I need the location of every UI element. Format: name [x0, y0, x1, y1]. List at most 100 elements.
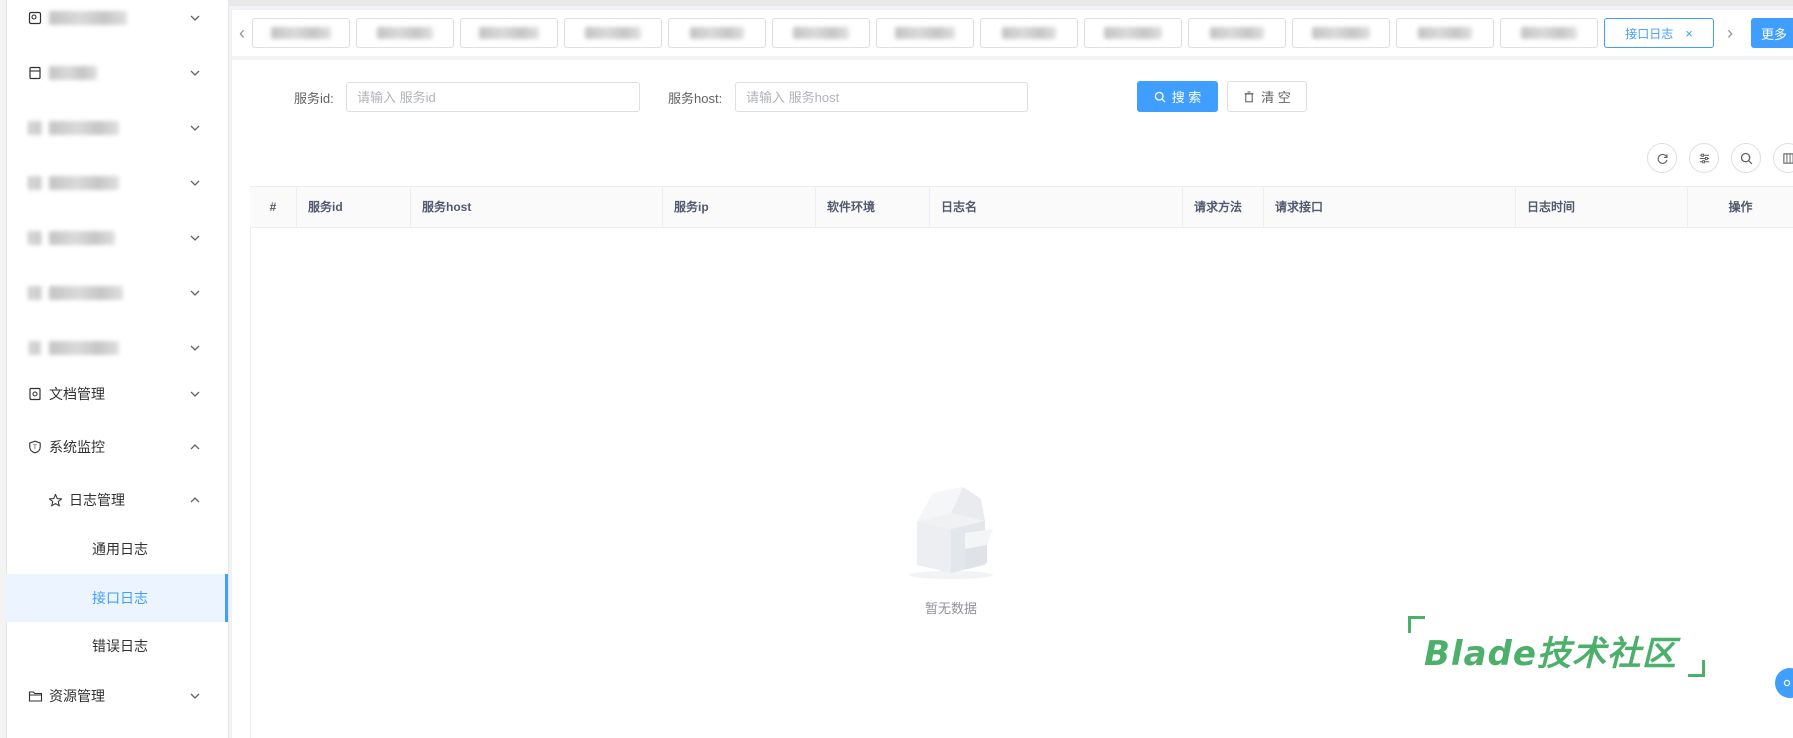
chevron-up-icon [190, 444, 200, 450]
tab-api-log[interactable]: 接口日志 × [1604, 18, 1714, 48]
service-id-label: 服务id: [294, 91, 334, 106]
sidebar-item-label-blurred [49, 231, 115, 245]
column-header-actions: 操作 [1687, 187, 1793, 227]
tab-blurred[interactable] [876, 18, 974, 48]
service-host-label: 服务host: [668, 91, 723, 106]
sidebar-item-label-blurred [49, 66, 97, 80]
sidebar-item-6[interactable] [6, 267, 228, 319]
chevron-down-icon [190, 235, 200, 241]
blurred-icon [27, 285, 43, 301]
filter-settings-icon[interactable] [1689, 143, 1719, 173]
sidebar-item-label-blurred [49, 176, 119, 190]
sidebar-item-error-log[interactable]: 错误日志 [6, 622, 228, 670]
tab-blurred[interactable] [1396, 18, 1494, 48]
sidebar-item-monitor[interactable]: T 系统监控 [6, 421, 228, 473]
chevron-down-icon [190, 345, 200, 351]
search-button-label: 搜 索 [1171, 90, 1202, 105]
blurred-icon [27, 175, 43, 191]
tab-blurred[interactable] [980, 18, 1078, 48]
trash-icon [1244, 90, 1254, 102]
sidebar: 文档管理 T 系统监控 日志管理 通用日志 接口日志 错误日志 资源管理 [0, 0, 229, 738]
tab-blurred[interactable] [252, 18, 350, 48]
sidebar-item-label: 接口日志 [92, 590, 148, 606]
sidebar-item-log-management[interactable]: 日志管理 [6, 474, 228, 526]
tab-bar: ‹ 接口日志 × › 更多 [232, 10, 1793, 56]
column-header-request-uri: 请求接口 [1263, 187, 1515, 227]
sidebar-item-label: 系统监控 [49, 439, 105, 455]
watermark-logo: Blade技术社区 [1408, 616, 1708, 677]
search-icon [1154, 91, 1166, 102]
sidebar-item-4[interactable] [6, 157, 228, 209]
tab-scroll-right-icon[interactable]: › [1720, 10, 1740, 56]
service-id-input[interactable] [346, 82, 640, 112]
tab-scroll-left-icon[interactable]: ‹ [232, 10, 252, 56]
clear-button[interactable]: 清 空 [1227, 81, 1307, 112]
blurred-icon [27, 230, 43, 246]
sidebar-item-label: 错误日志 [92, 638, 148, 654]
empty-box-icon [909, 487, 993, 579]
empty-state-text: 暂无数据 [924, 601, 977, 616]
watermark-bracket-bottom-right [1688, 660, 1705, 677]
column-header-service-id: 服务id [296, 187, 410, 227]
star-icon [47, 492, 63, 508]
sidebar-item-label: 资源管理 [49, 688, 105, 704]
column-header-service-ip: 服务ip [662, 187, 815, 227]
chevron-down-icon [190, 693, 200, 699]
sidebar-item-resources[interactable]: 资源管理 [6, 670, 228, 722]
sidebar-item-3[interactable] [6, 102, 228, 154]
chevron-down-icon [190, 180, 200, 186]
chevron-down-icon [190, 290, 200, 296]
tab-blurred[interactable] [1188, 18, 1286, 48]
sidebar-item-label: 通用日志 [92, 541, 148, 557]
sidebar-item-label-blurred [49, 286, 123, 300]
sidebar-item-7[interactable] [6, 322, 228, 374]
sidebar-item-label-blurred [49, 341, 119, 355]
document-icon [27, 386, 43, 402]
chevron-up-icon [190, 497, 200, 503]
sidebar-item-2[interactable] [6, 47, 228, 99]
tab-blurred[interactable] [1084, 18, 1182, 48]
top-window-strip [228, 0, 1793, 6]
tab-label: 接口日志 [1625, 26, 1674, 41]
svg-text:T: T [33, 445, 37, 451]
sidebar-item-label-blurred [49, 121, 119, 135]
table-header: # 服务id 服务host 服务ip 软件环境 日志名 请求方法 请求接口 日志… [250, 186, 1793, 228]
chevron-down-icon [190, 125, 200, 131]
more-tabs-button[interactable]: 更多 [1751, 18, 1793, 48]
clear-button-label: 清 空 [1261, 90, 1291, 105]
sidebar-item-label-blurred [49, 11, 127, 25]
sidebar-item-label: 文档管理 [49, 386, 105, 402]
settings-icon [1783, 679, 1791, 687]
tab-blurred[interactable] [356, 18, 454, 48]
close-icon[interactable]: × [1685, 26, 1693, 41]
chevron-down-icon [190, 391, 200, 397]
shield-icon: T [27, 439, 43, 455]
refresh-icon[interactable] [1647, 143, 1677, 173]
blurred-icon [27, 120, 43, 136]
sidebar-item-1[interactable] [6, 0, 228, 44]
sidebar-item-label: 日志管理 [69, 492, 125, 508]
columns-icon[interactable] [1773, 143, 1793, 173]
sidebar-item-5[interactable] [6, 212, 228, 264]
column-header-log-name: 日志名 [929, 187, 1182, 227]
column-header-env: 软件环境 [815, 187, 929, 227]
tab-blurred[interactable] [772, 18, 870, 48]
chevron-down-icon [190, 70, 200, 76]
tab-blurred[interactable] [460, 18, 558, 48]
toggle-search-icon[interactable] [1731, 143, 1761, 173]
inbox-icon [27, 65, 43, 81]
column-header-index: # [269, 200, 277, 214]
tab-blurred[interactable] [1292, 18, 1390, 48]
sidebar-item-docs[interactable]: 文档管理 [6, 368, 228, 420]
tab-blurred[interactable] [1500, 18, 1598, 48]
sidebar-item-general-log[interactable]: 通用日志 [6, 524, 228, 574]
tab-blurred[interactable] [668, 18, 766, 48]
watermark-bracket-top-left [1408, 616, 1425, 633]
profile-icon [27, 10, 43, 26]
tab-blurred[interactable] [564, 18, 662, 48]
column-header-method: 请求方法 [1182, 187, 1263, 227]
sidebar-item-api-log[interactable]: 接口日志 [6, 574, 228, 622]
search-button[interactable]: 搜 索 [1137, 81, 1218, 112]
chevron-down-icon [190, 15, 200, 21]
service-host-input[interactable] [735, 82, 1028, 112]
